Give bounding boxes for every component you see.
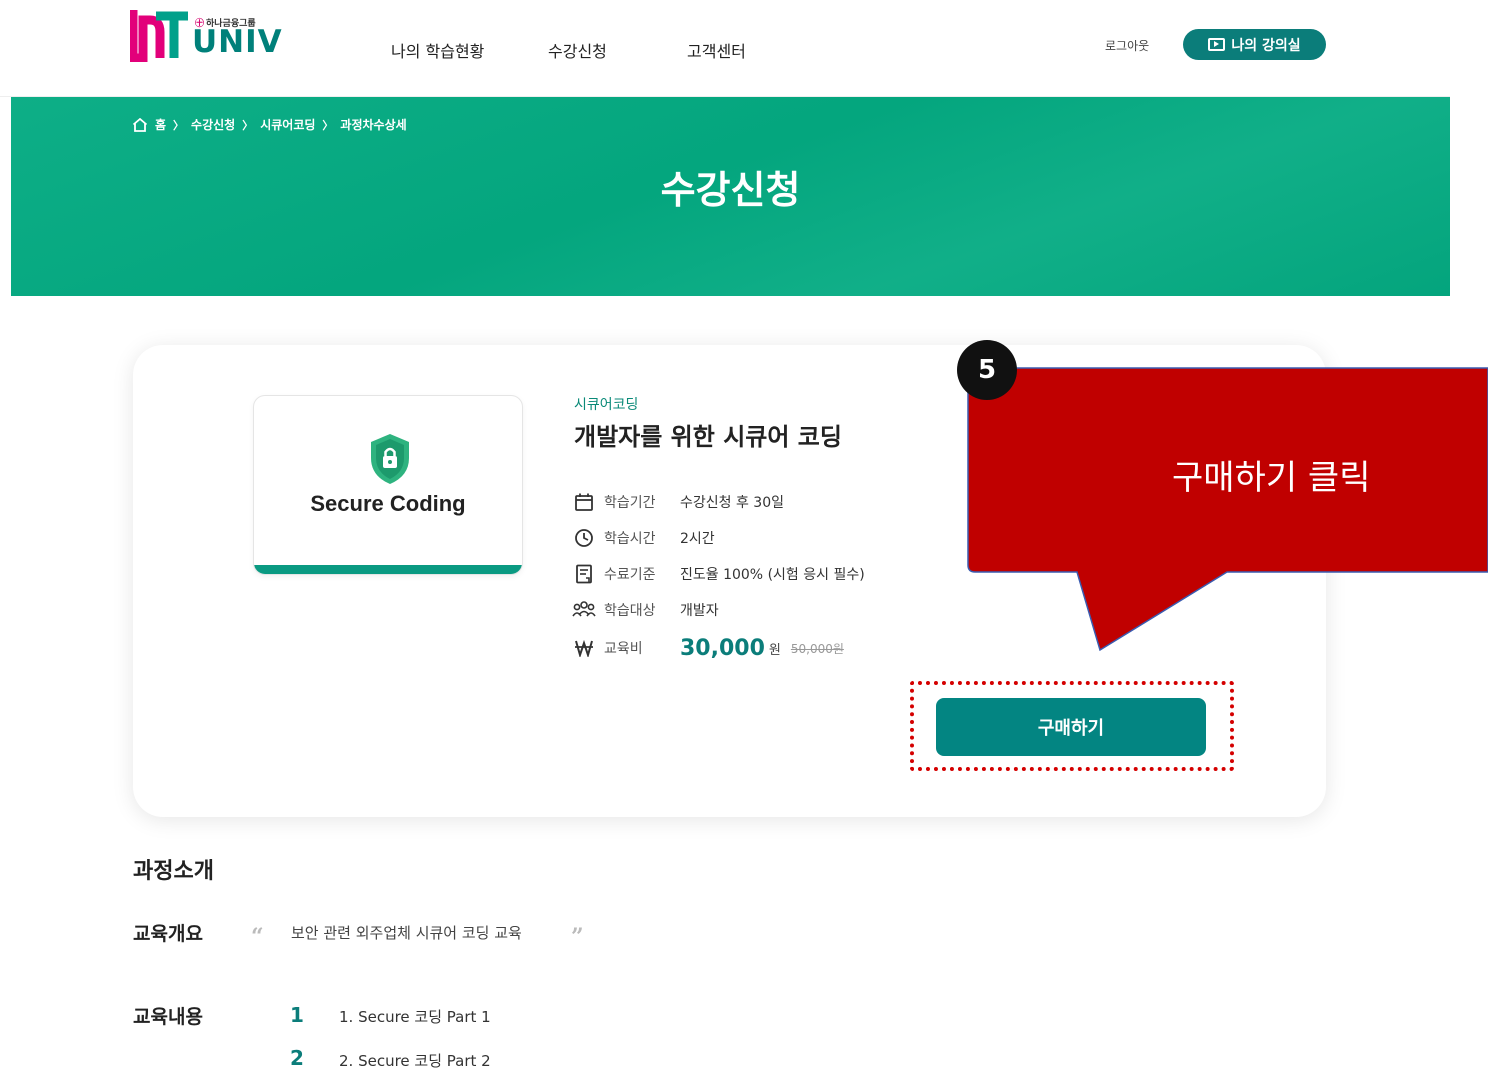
- home-icon[interactable]: [132, 117, 148, 132]
- chevron-right-icon: 〉: [242, 118, 254, 132]
- course-category: 시큐어코딩: [574, 397, 639, 413]
- breadcrumb-category[interactable]: 시큐어코딩: [260, 116, 315, 133]
- certificate-icon: [572, 563, 596, 585]
- course-thumbnail: Secure Coding: [253, 395, 523, 575]
- course-price: 30,000: [680, 635, 765, 661]
- info-label: 수료기준: [604, 567, 656, 583]
- info-value: 진도율 100% (시험 응시 필수): [680, 567, 865, 583]
- overview-text: 보안 관련 외주업체 시큐어 코딩 교육: [291, 924, 522, 942]
- play-screen-icon: [1208, 38, 1226, 51]
- logout-link[interactable]: 로그아웃: [1105, 37, 1149, 54]
- info-row-criteria: 수료기준 진도율 100% (시험 응시 필수): [572, 562, 865, 586]
- nav-customer-center[interactable]: 고객센터: [687, 38, 746, 62]
- breadcrumb-enrollment[interactable]: 수강신청: [191, 116, 235, 133]
- callout-box: [967, 367, 1488, 652]
- chevron-right-icon: 〉: [173, 118, 185, 132]
- price-unit: 원: [768, 642, 781, 658]
- nav-enrollment[interactable]: 수강신청: [548, 38, 607, 62]
- info-label: 학습시간: [604, 531, 656, 547]
- content-number: 2: [290, 1046, 304, 1070]
- original-price: 50,000원: [790, 641, 844, 656]
- buy-button[interactable]: 구매하기: [936, 698, 1206, 756]
- info-value: 2시간: [680, 531, 715, 547]
- site-header: ㊉ 하나금융그룹 UNIV 나의 학습현황 수강신청 고객센터 로그아웃 나의 강…: [0, 0, 1450, 97]
- info-label: 학습기간: [604, 495, 656, 511]
- content-item: 1. Secure 코딩 Part 1: [339, 1008, 491, 1026]
- thumbnail-title: Secure Coding: [310, 491, 466, 516]
- page-title: 수강신청: [660, 168, 801, 212]
- logo-mark-icon: [128, 10, 188, 63]
- info-row-fee: 교육비 30,000 원 50,000원: [572, 635, 844, 661]
- logo-title: UNIV: [192, 24, 283, 60]
- section-title-intro: 과정소개: [133, 859, 214, 884]
- info-label: 교육비: [604, 641, 643, 657]
- won-icon: [572, 637, 596, 659]
- my-lecture-room-button[interactable]: 나의 강의실: [1183, 29, 1326, 60]
- content-number: 1: [290, 1003, 304, 1027]
- info-label: 학습대상: [604, 603, 656, 619]
- breadcrumb-home[interactable]: 홈: [155, 116, 166, 133]
- content-item: 2. Secure 코딩 Part 2: [339, 1052, 491, 1070]
- calendar-icon: [572, 491, 596, 513]
- overview-heading: 교육개요: [133, 923, 203, 945]
- info-value: 개발자: [680, 603, 719, 619]
- clock-icon: [572, 527, 596, 549]
- shield-lock-icon: [371, 434, 409, 484]
- open-quote-icon: “: [251, 924, 264, 950]
- step-number-badge: 5: [957, 340, 1017, 400]
- info-row-period: 학습기간 수강신청 후 30일: [572, 490, 784, 514]
- people-icon: [572, 599, 596, 621]
- chevron-right-icon: 〉: [322, 118, 334, 132]
- info-value: 수강신청 후 30일: [680, 495, 784, 511]
- page-banner: 홈 〉 수강신청 〉 시큐어코딩 〉 과정차수상세 수강신청: [11, 97, 1450, 296]
- info-row-hours: 학습시간 2시간: [572, 526, 715, 550]
- course-title: 개발자를 위한 시큐어 코딩: [574, 423, 842, 451]
- my-lecture-room-label: 나의 강의실: [1231, 37, 1301, 54]
- logo[interactable]: ㊉ 하나금융그룹 UNIV: [128, 6, 283, 63]
- content-heading: 교육내용: [133, 1006, 203, 1028]
- info-row-target: 학습대상 개발자: [572, 598, 719, 622]
- close-quote-icon: ”: [571, 924, 584, 950]
- callout-text: 구매하기 클릭: [1172, 458, 1371, 498]
- breadcrumb: 홈 〉 수강신청 〉 시큐어코딩 〉 과정차수상세: [132, 116, 407, 133]
- nav-my-learning[interactable]: 나의 학습현황: [391, 38, 484, 62]
- breadcrumb-current: 과정차수상세: [340, 118, 407, 132]
